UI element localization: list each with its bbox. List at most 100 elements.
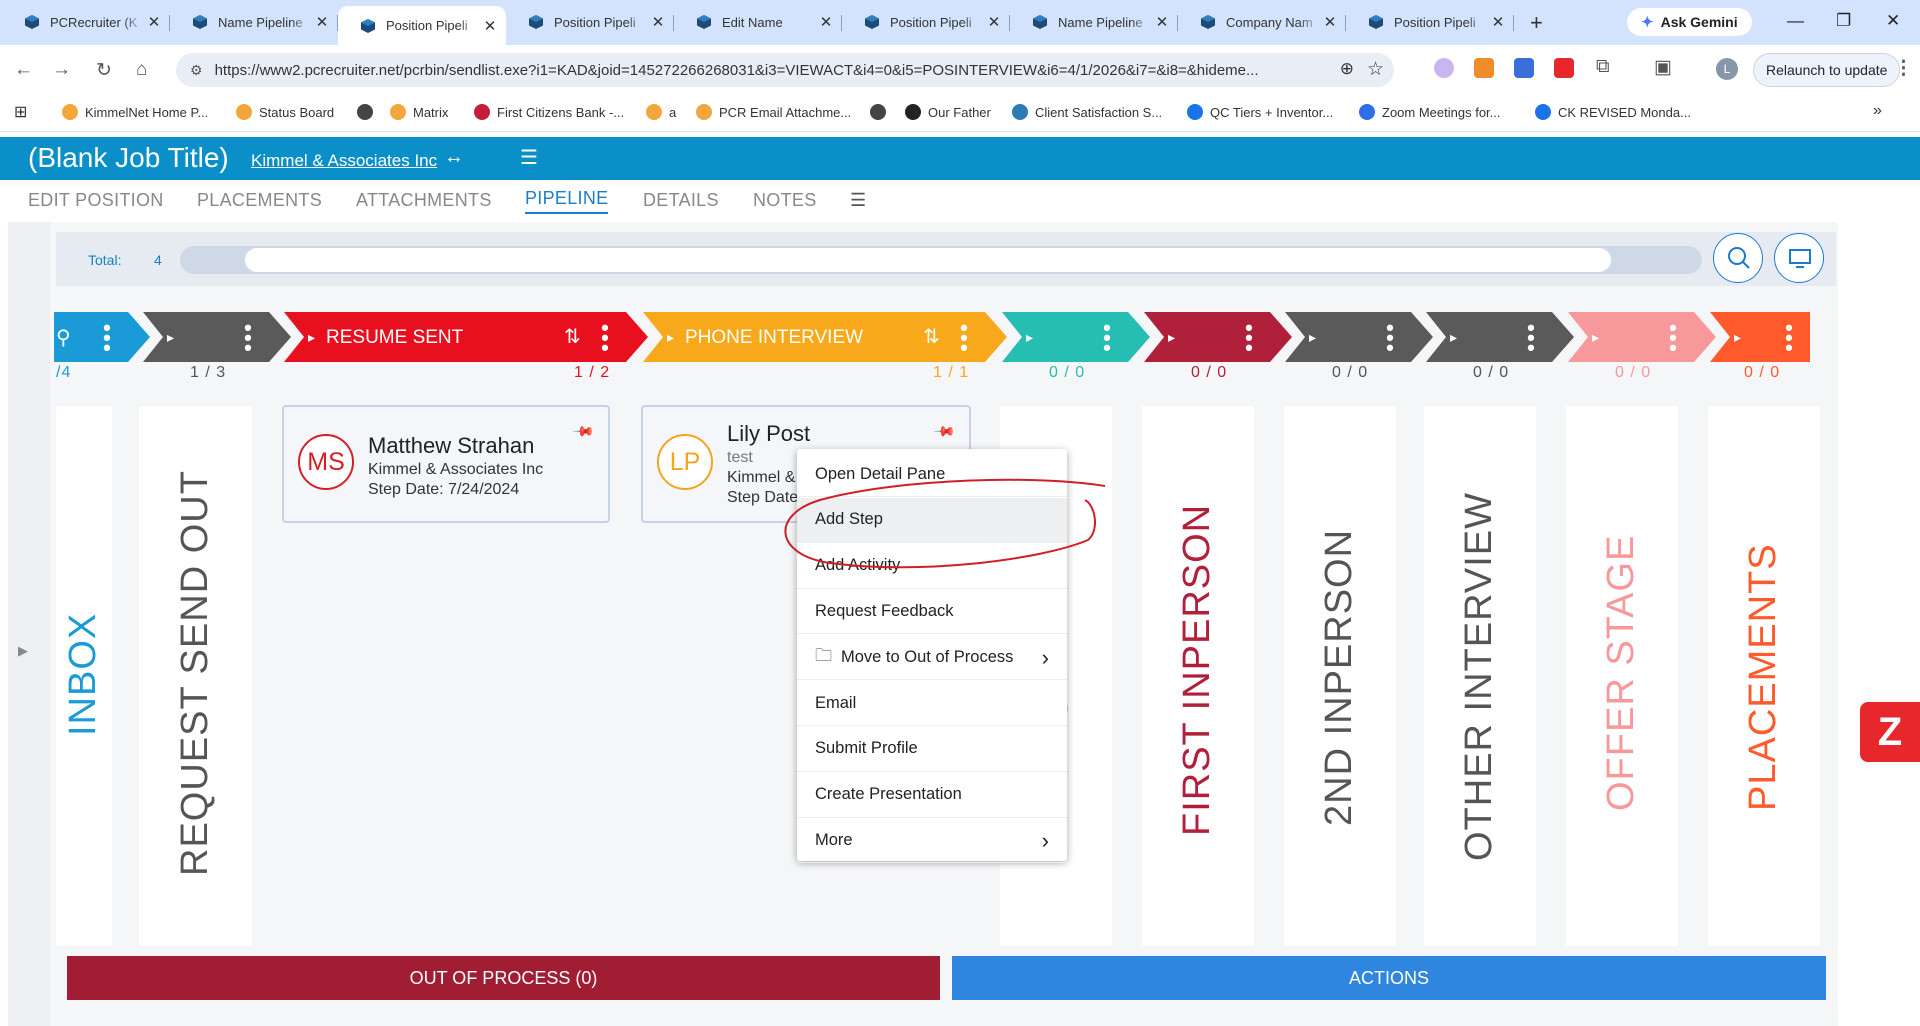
extensions-puzzle-icon[interactable]: ⧉ [1596,56,1610,78]
browser-tab[interactable]: Position Pipeli ✕ [842,6,1010,38]
browser-tab[interactable]: Name Pipeline ✕ [1010,6,1178,38]
new-tab-button[interactable]: + [1530,10,1543,36]
pipeline-stage[interactable]: ▸ • • • [1287,313,1413,363]
pipeline-stage[interactable]: ⚲ • • • [56,313,130,363]
tab-placements[interactable]: PLACEMENTS [197,190,322,211]
bookmark-item[interactable]: KimmelNet Home P... [62,104,208,120]
tab-search-icon[interactable]: ▣ [1654,56,1672,79]
header-menu-icon[interactable]: ☰ [520,145,538,170]
bookmark-star-icon[interactable]: ☆ [1367,58,1384,81]
close-window-icon[interactable]: ✕ [1886,11,1900,31]
pipeline-stage[interactable]: ▸ • • • [145,313,271,363]
extension-purple-icon[interactable] [1434,58,1454,78]
browser-tab[interactable]: Position Pipeli ✕ [506,6,674,38]
menu-item-add-activity[interactable]: Add Activity [797,544,1067,589]
bookmark-item[interactable] [357,104,380,120]
address-bar[interactable]: ⚙ https://www2.pcrecruiter.net/pcrbin/se… [176,53,1394,87]
tab-close-icon[interactable]: ✕ [314,13,330,31]
reload-icon[interactable]: ↻ [96,59,112,82]
left-collapse-strip[interactable] [8,222,50,1026]
zoominfo-extension-icon[interactable] [1554,58,1574,78]
bookmark-item[interactable]: a [646,104,676,120]
bookmark-item[interactable]: First Citizens Bank -... [474,104,624,120]
restore-icon[interactable]: ❐ [1836,11,1851,31]
tab-edit-position[interactable]: EDIT POSITION [28,190,164,211]
stage-menu-icon[interactable]: • • • [1102,317,1112,359]
profile-avatar[interactable]: L [1716,58,1738,80]
display-button[interactable] [1774,233,1824,283]
extension-orange-icon[interactable] [1474,58,1494,78]
stage-menu-icon[interactable]: • • • [959,317,969,359]
subnav-menu-icon[interactable]: ☰ [850,190,866,211]
pipeline-stage[interactable]: RESUME SENT ⇅ ▸ • • • [286,313,628,363]
stage-menu-icon[interactable]: • • • [102,317,112,359]
bookmark-item[interactable]: Matrix [390,104,448,120]
tab-close-icon[interactable]: ✕ [1490,13,1506,31]
back-icon[interactable]: ← [14,59,33,81]
stage-menu-icon[interactable]: • • • [1526,317,1536,359]
bookmark-item[interactable]: Our Father [905,104,991,120]
tab-close-icon[interactable]: ✕ [482,17,498,35]
bookmark-item[interactable]: Status Board [236,104,334,120]
browser-tab[interactable]: Name Pipeline ✕ [170,6,338,38]
candidate-name[interactable]: Matthew Strahan [368,433,534,459]
pipeline-stage[interactable]: PHONE INTERVIEW ⇅ ▸ • • • [645,313,987,363]
pipeline-stage[interactable]: ▸ • • • [1428,313,1554,363]
browser-tab[interactable]: Edit Name ✕ [674,6,842,38]
tab-close-icon[interactable]: ✕ [818,13,834,31]
tab-attachments[interactable]: ATTACHMENTS [356,190,492,211]
menu-item-submit-profile[interactable]: Submit Profile [797,727,1067,772]
stage-menu-icon[interactable]: • • • [1385,317,1395,359]
add-candidate-icon[interactable]: ⚲ [56,325,71,350]
pipeline-stage[interactable]: ▸ • • • [1712,313,1812,363]
company-link[interactable]: Kimmel & Associates Inc [251,151,437,171]
bookmark-item[interactable]: Zoom Meetings for... [1359,104,1501,120]
zoominfo-widget-button[interactable]: Z [1860,702,1920,762]
tab-close-icon[interactable]: ✕ [1322,13,1338,31]
menu-item-create-presentation[interactable]: Create Presentation [797,773,1067,818]
tab-pipeline[interactable]: PIPELINE [525,188,609,214]
home-icon[interactable]: ⌂ [136,59,147,81]
menu-item-email[interactable]: Email [797,681,1067,726]
bookmark-item[interactable] [870,104,893,120]
sort-arrows-icon[interactable]: ⇅ [923,324,940,349]
relaunch-button[interactable]: Relaunch to update [1753,53,1901,87]
menu-item-request-feedback[interactable]: Request Feedback [797,589,1067,635]
menu-item-add-step[interactable]: Add Step [797,497,1067,543]
tab-close-icon[interactable]: ✕ [146,13,162,31]
tab-close-icon[interactable]: ✕ [1154,13,1170,31]
sort-arrows-icon[interactable]: ⇅ [564,324,581,349]
stage-menu-icon[interactable]: • • • [600,317,610,359]
tab-details[interactable]: DETAILS [643,190,719,211]
tab-close-icon[interactable]: ✕ [650,13,666,31]
tab-notes[interactable]: NOTES [753,190,817,211]
browser-tab[interactable]: Position Pipeli ✕ [1346,6,1514,38]
browser-tab[interactable]: Company Nam ✕ [1178,6,1346,38]
menu-item-move-to-out-of-process[interactable]: 🗀 Move to Out of Process › [797,635,1067,681]
stage-menu-icon[interactable]: • • • [1244,317,1254,359]
expand-arrows-icon[interactable]: ↔ [444,146,464,169]
pin-icon[interactable]: 📌 [571,419,596,443]
pipeline-stage[interactable]: ▸ • • • [1146,313,1272,363]
more-bookmarks-icon[interactable]: » [1873,102,1882,120]
bookmark-item[interactable]: QC Tiers + Inventor... [1187,104,1333,120]
bookmark-item[interactable]: Client Satisfaction S... [1012,104,1162,120]
stage-menu-icon[interactable]: • • • [243,317,253,359]
minimize-icon[interactable]: — [1787,11,1804,31]
zoom-icon[interactable]: ⊕ [1340,59,1354,79]
pin-icon[interactable]: 📌 [932,419,957,443]
stage-menu-icon[interactable]: • • • [1668,317,1678,359]
site-settings-icon[interactable]: ⚙ [190,62,203,79]
search-button[interactable] [1713,233,1763,283]
pipeline-stage[interactable]: ▸ • • • [1570,313,1696,363]
browser-tab[interactable]: PCRecruiter (K ✕ [2,6,170,38]
bookmark-item[interactable]: CK REVISED Monda... [1535,104,1691,120]
menu-item-open-detail-pane[interactable]: Open Detail Pane [797,452,1067,497]
out-of-process-button[interactable]: OUT OF PROCESS (0) [67,956,940,1000]
expand-left-panel-icon[interactable]: ▶ [18,643,28,659]
pipeline-stage[interactable]: ▸ • • • [1004,313,1130,363]
ask-gemini-button[interactable]: ✦ Ask Gemini [1627,8,1752,36]
browser-tab[interactable]: Position Pipeli ✕ [338,6,506,45]
forward-icon[interactable]: → [52,59,71,81]
extension-cube-icon[interactable] [1514,58,1534,78]
